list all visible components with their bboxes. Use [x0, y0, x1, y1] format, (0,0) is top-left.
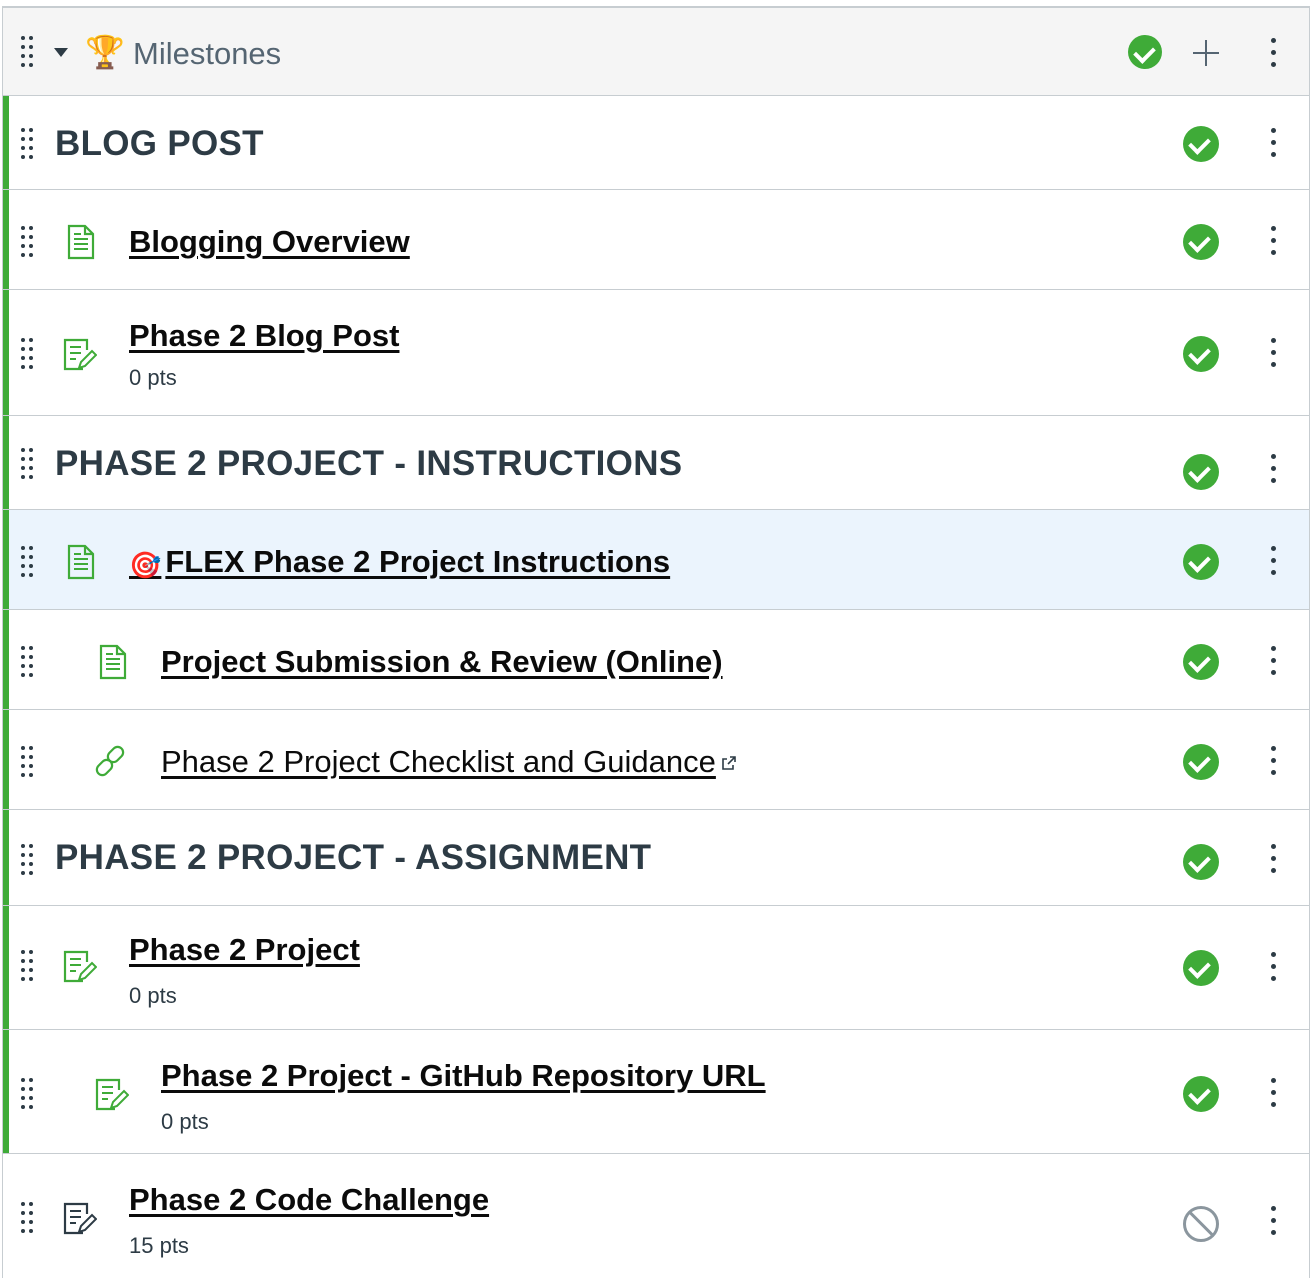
module-header[interactable]: 🏆 Milestones — [3, 8, 1309, 96]
drag-handle-icon[interactable] — [21, 226, 37, 257]
assignment-icon — [63, 950, 97, 983]
drag-handle-icon[interactable] — [21, 844, 37, 875]
item-options-icon[interactable] — [1268, 1206, 1278, 1236]
item-link[interactable]: Phase 2 Project - GitHub Repository URL — [161, 1056, 766, 1096]
list-item[interactable]: Phase 2 Blog Post 0 pts — [3, 290, 1309, 416]
collapse-caret-icon[interactable] — [54, 48, 68, 57]
drag-handle-icon[interactable] — [21, 950, 37, 981]
external-link-icon — [722, 756, 736, 770]
item-link[interactable]: Phase 2 Project — [129, 930, 360, 970]
document-icon — [99, 644, 127, 680]
item-options-icon[interactable] — [1268, 952, 1278, 982]
list-item[interactable]: 🎯 FLEX Phase 2 Project Instructions — [3, 510, 1309, 610]
item-link[interactable]: Project Submission & Review (Online) — [161, 642, 723, 682]
points-label: 15 pts — [129, 1233, 189, 1258]
list-item[interactable]: Phase 2 Project Checklist and Guidance — [3, 710, 1309, 810]
item-options-icon[interactable] — [1268, 1078, 1278, 1108]
item-link[interactable]: Phase 2 Project Checklist and Guidance — [161, 742, 736, 782]
drag-handle-icon[interactable] — [21, 546, 37, 577]
document-icon — [67, 544, 95, 580]
drag-handle-icon[interactable] — [21, 1202, 37, 1233]
item-options-icon[interactable] — [1268, 646, 1278, 676]
item-link-text: FLEX Phase 2 Project Instructions — [165, 544, 671, 579]
list-item[interactable]: Project Submission & Review (Online) — [3, 610, 1309, 710]
target-icon: 🎯 — [129, 550, 162, 580]
drag-handle-icon[interactable] — [21, 746, 37, 777]
item-options-icon[interactable] — [1268, 746, 1278, 776]
item-options-icon[interactable] — [1268, 546, 1278, 576]
subheader-title: PHASE 2 PROJECT - ASSIGNMENT — [55, 838, 652, 877]
published-check-icon[interactable] — [1183, 224, 1219, 260]
published-check-icon[interactable] — [1183, 126, 1219, 162]
subheader-title: BLOG POST — [55, 124, 264, 163]
subheader-row: PHASE 2 PROJECT - ASSIGNMENT — [3, 810, 1309, 906]
document-icon — [67, 224, 95, 260]
published-check-icon[interactable] — [1183, 336, 1219, 372]
published-check-icon[interactable] — [1183, 644, 1219, 680]
published-check-icon[interactable] — [1183, 844, 1219, 880]
trophy-icon: 🏆 — [85, 34, 125, 70]
item-link[interactable]: Blogging Overview — [129, 222, 410, 262]
list-item[interactable]: Phase 2 Code Challenge 15 pts — [3, 1154, 1309, 1278]
drag-handle-icon[interactable] — [21, 448, 37, 479]
drag-handle-icon[interactable] — [21, 128, 37, 159]
points-label: 0 pts — [129, 983, 177, 1008]
unpublished-icon[interactable] — [1183, 1206, 1219, 1242]
list-item[interactable]: Phase 2 Project 0 pts — [3, 906, 1309, 1030]
points-label: 0 pts — [129, 365, 177, 390]
publish-status-icon[interactable] — [1128, 35, 1162, 69]
drag-handle-icon[interactable] — [21, 338, 37, 369]
module-options-icon[interactable] — [1268, 38, 1278, 68]
item-link[interactable]: Phase 2 Blog Post — [129, 316, 399, 356]
item-options-icon[interactable] — [1268, 338, 1278, 368]
item-options-icon[interactable] — [1268, 844, 1278, 874]
item-link[interactable]: Phase 2 Code Challenge — [129, 1180, 489, 1220]
list-item[interactable]: Phase 2 Project - GitHub Repository URL … — [3, 1030, 1309, 1154]
item-options-icon[interactable] — [1268, 226, 1278, 256]
published-check-icon[interactable] — [1183, 1076, 1219, 1112]
item-options-icon[interactable] — [1268, 454, 1278, 484]
drag-handle-icon[interactable] — [21, 646, 37, 677]
link-icon — [95, 745, 125, 777]
subheader-title: PHASE 2 PROJECT - INSTRUCTIONS — [55, 444, 683, 483]
subheader-row: PHASE 2 PROJECT - INSTRUCTIONS — [3, 416, 1309, 510]
drag-handle-icon[interactable] — [21, 36, 37, 67]
add-item-icon[interactable] — [1191, 38, 1221, 68]
published-check-icon[interactable] — [1183, 454, 1219, 490]
published-check-icon[interactable] — [1183, 544, 1219, 580]
published-check-icon[interactable] — [1183, 744, 1219, 780]
list-item[interactable]: Blogging Overview — [3, 190, 1309, 290]
subheader-row: BLOG POST — [3, 96, 1309, 190]
drag-handle-icon[interactable] — [21, 1078, 37, 1109]
assignment-icon — [63, 1202, 97, 1235]
item-link-text: Phase 2 Project Checklist and Guidance — [161, 744, 716, 779]
item-options-icon[interactable] — [1268, 128, 1278, 158]
points-label: 0 pts — [161, 1109, 209, 1134]
module-title: Milestones — [133, 36, 282, 71]
assignment-icon — [95, 1078, 129, 1111]
item-link[interactable]: 🎯 FLEX Phase 2 Project Instructions — [129, 542, 670, 585]
published-check-icon[interactable] — [1183, 950, 1219, 986]
module-milestones: 🏆 Milestones BLOG POST Blogging Overview… — [2, 6, 1310, 1278]
assignment-icon — [63, 338, 97, 371]
